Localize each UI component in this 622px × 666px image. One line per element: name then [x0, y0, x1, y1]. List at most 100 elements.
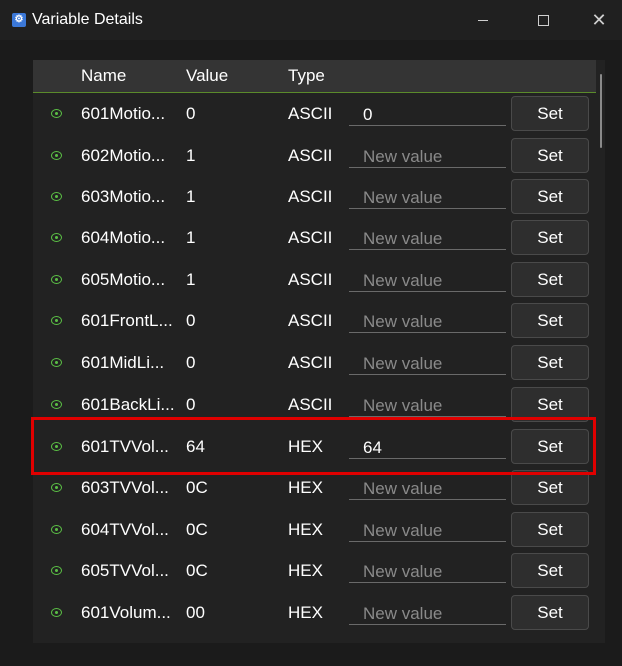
variable-type: ASCII	[288, 187, 333, 206]
variable-name: 601BackLi...	[81, 395, 175, 414]
maximize-button[interactable]	[520, 0, 566, 40]
set-button[interactable]: Set	[511, 179, 589, 214]
eye-icon[interactable]	[51, 442, 62, 451]
table-row: 604TVVol... 0C HEX Set	[33, 510, 596, 551]
variable-value: 1	[186, 228, 196, 247]
variable-value: 0	[186, 395, 196, 414]
set-button[interactable]: Set	[511, 595, 589, 630]
new-value-input[interactable]	[349, 183, 506, 209]
column-header-type[interactable]: Type	[288, 66, 325, 86]
new-value-input[interactable]	[349, 142, 506, 168]
set-button[interactable]: Set	[511, 303, 589, 338]
minimize-icon	[478, 19, 488, 21]
variable-type: ASCII	[288, 146, 333, 165]
variable-name: 605Motio...	[81, 270, 166, 289]
new-value-input[interactable]	[349, 433, 506, 459]
app-icon: ⚙	[12, 13, 26, 27]
variable-type: ASCII	[288, 270, 333, 289]
title-bar: ⚙ Variable Details ✕	[0, 0, 622, 40]
eye-icon[interactable]	[51, 275, 62, 284]
set-button[interactable]: Set	[511, 553, 589, 588]
close-icon: ✕	[591, 10, 607, 30]
column-header-value[interactable]: Value	[186, 66, 228, 86]
column-header-name[interactable]: Name	[81, 66, 126, 86]
table-row: 601FrontL... 0 ASCII Set	[33, 301, 596, 342]
variable-type: ASCII	[288, 395, 333, 414]
new-value-input[interactable]	[349, 599, 506, 625]
variable-value: 0	[186, 353, 196, 372]
table-row: 601MidLi... 0 ASCII Set	[33, 343, 596, 384]
close-button[interactable]: ✕	[576, 0, 622, 40]
table-row: 605Motio... 1 ASCII Set	[33, 260, 596, 301]
window-title: Variable Details	[32, 11, 143, 28]
eye-icon[interactable]	[51, 525, 62, 534]
set-button[interactable]: Set	[511, 470, 589, 505]
variable-value: 1	[186, 270, 196, 289]
variable-name: 604Motio...	[81, 228, 166, 247]
table-row: 601Motio... 0 ASCII Set	[33, 94, 596, 135]
set-button[interactable]: Set	[511, 345, 589, 380]
new-value-input[interactable]	[349, 349, 506, 375]
table-row: 602Motio... 1 ASCII Set	[33, 136, 596, 177]
table-row: 601TVVol... 64 HEX Set	[33, 427, 596, 468]
scrollbar-thumb[interactable]	[600, 74, 602, 148]
set-button[interactable]: Set	[511, 96, 589, 131]
set-button[interactable]: Set	[511, 429, 589, 464]
new-value-input[interactable]	[349, 516, 506, 542]
variable-type: ASCII	[288, 311, 333, 330]
eye-icon[interactable]	[51, 358, 62, 367]
variable-name: 601MidLi...	[81, 353, 165, 372]
variable-name: 603TVVol...	[81, 478, 169, 497]
variable-value: 00	[186, 603, 205, 622]
eye-icon[interactable]	[51, 151, 62, 160]
variable-name: 604TVVol...	[81, 520, 169, 539]
set-button[interactable]: Set	[511, 220, 589, 255]
variable-value: 0C	[186, 520, 208, 539]
set-button[interactable]: Set	[511, 138, 589, 173]
variable-value: 0C	[186, 561, 208, 580]
eye-icon[interactable]	[51, 233, 62, 242]
variable-value: 0	[186, 104, 196, 123]
eye-icon[interactable]	[51, 109, 62, 118]
maximize-icon	[537, 14, 549, 26]
new-value-input[interactable]	[349, 557, 506, 583]
set-button[interactable]: Set	[511, 262, 589, 297]
table-row: 601Volum... 00 HEX Set	[33, 593, 596, 634]
variable-name: 601Volum...	[81, 603, 171, 622]
variables-table: Name Value Type 601Motio...0ASCIISet602M…	[33, 60, 605, 643]
variable-type: HEX	[288, 478, 323, 497]
minimize-button[interactable]	[460, 0, 506, 40]
variable-type: HEX	[288, 437, 323, 456]
eye-icon[interactable]	[51, 483, 62, 492]
eye-icon[interactable]	[51, 316, 62, 325]
new-value-input[interactable]	[349, 266, 506, 292]
table-row: 604Motio... 1 ASCII Set	[33, 218, 596, 259]
new-value-input[interactable]	[349, 474, 506, 500]
eye-icon[interactable]	[51, 400, 62, 409]
table-header: Name Value Type	[33, 60, 596, 93]
variable-type: ASCII	[288, 228, 333, 247]
variable-type: HEX	[288, 520, 323, 539]
scrollbar[interactable]	[596, 60, 605, 643]
variable-value: 0	[186, 311, 196, 330]
variable-type: HEX	[288, 561, 323, 580]
eye-icon[interactable]	[51, 192, 62, 201]
variable-type: HEX	[288, 603, 323, 622]
variable-name: 601FrontL...	[81, 311, 173, 330]
eye-icon[interactable]	[51, 608, 62, 617]
variable-name: 601Motio...	[81, 104, 166, 123]
new-value-input[interactable]	[349, 100, 506, 126]
variable-type: ASCII	[288, 104, 333, 123]
new-value-input[interactable]	[349, 224, 506, 250]
variable-value: 1	[186, 146, 196, 165]
new-value-input[interactable]	[349, 391, 506, 417]
eye-icon[interactable]	[51, 566, 62, 575]
table-row: 605TVVol... 0C HEX Set	[33, 551, 596, 592]
set-button[interactable]: Set	[511, 512, 589, 547]
variable-name: 605TVVol...	[81, 561, 169, 580]
table-row: 603TVVol... 0C HEX Set	[33, 468, 596, 509]
variable-value: 1	[186, 187, 196, 206]
set-button[interactable]: Set	[511, 387, 589, 422]
variable-name: 603Motio...	[81, 187, 166, 206]
new-value-input[interactable]	[349, 307, 506, 333]
